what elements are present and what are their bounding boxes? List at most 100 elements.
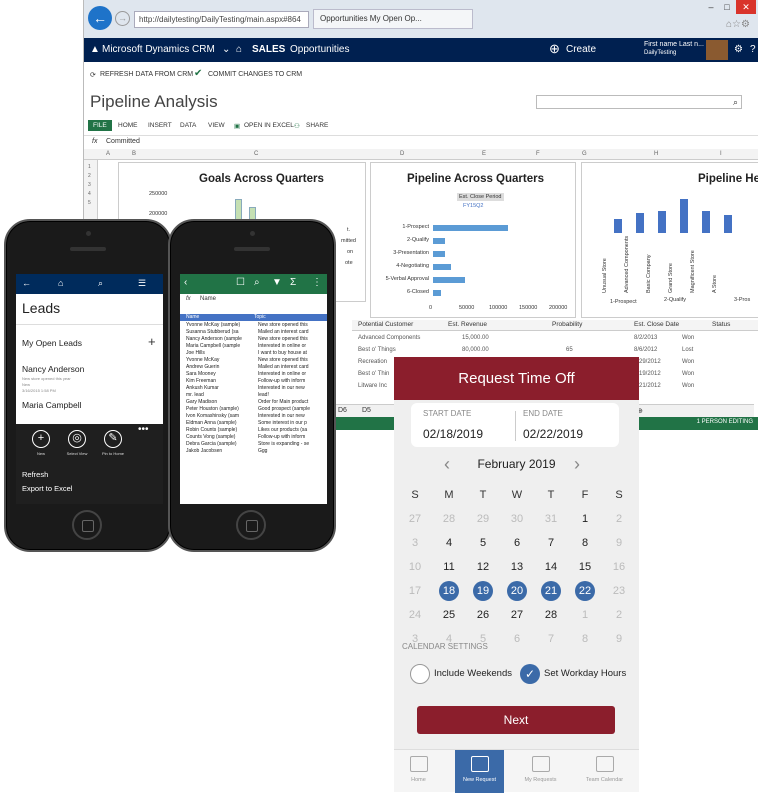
pipeline-bar[interactable] [433, 277, 465, 283]
back-button[interactable]: ← [88, 6, 112, 30]
table-row[interactable]: Joe Hills I want to buy house at [180, 350, 327, 357]
sheet-tab[interactable]: D5 [362, 407, 371, 414]
end-date-field[interactable]: 02/22/2019 [523, 427, 583, 441]
refresh-button[interactable]: REFRESH DATA FROM CRM [100, 71, 193, 78]
table-row[interactable]: Best o' Things 80,000.00 65 8/6/2012 Lost [352, 346, 758, 357]
pipeline-chart[interactable]: Pipeline Across Quarters Est. Close Peri… [370, 162, 576, 318]
open-in-excel-button[interactable]: OPEN IN EXCEL [244, 122, 294, 129]
view-selector[interactable]: My Open Leads [22, 338, 82, 348]
close-icon[interactable]: ✕ [736, 0, 756, 14]
table-row[interactable]: Debra Garcia (sample) Store is expanding … [180, 441, 327, 448]
include-weekends-radio[interactable] [410, 664, 430, 684]
col-e[interactable]: E [482, 151, 486, 157]
search-icon[interactable]: ⌕ [254, 277, 260, 288]
table-row[interactable]: Susanna Stubberud (sa Mailed an interest … [180, 329, 327, 336]
pipeline-bar[interactable] [433, 251, 445, 257]
minimize-icon[interactable]: – [704, 0, 718, 14]
pipeline-bar[interactable] [433, 290, 441, 296]
window-icon[interactable]: ☐ [236, 277, 245, 288]
create-label[interactable]: Create [566, 44, 596, 55]
col-d[interactable]: D [400, 151, 404, 157]
col-status[interactable]: Status [712, 321, 730, 328]
col-f[interactable]: F [536, 151, 540, 157]
pipeline-bar[interactable] [724, 215, 732, 233]
calendar-day[interactable]: 28 [534, 605, 568, 625]
next-month-icon[interactable]: › [574, 454, 580, 475]
tab-insert[interactable]: INSERT [148, 122, 172, 129]
col-i[interactable]: I [720, 151, 722, 157]
check-icon[interactable]: ✓ [520, 664, 540, 684]
col-c[interactable]: C [254, 151, 258, 157]
pipeline-bar[interactable] [680, 199, 688, 233]
row-5[interactable]: 5 [88, 200, 91, 206]
filter-button[interactable]: Est. Close Period [457, 193, 504, 201]
tab-team-calendar[interactable]: Team Calendar [580, 750, 629, 793]
calendar-day[interactable]: 12 [466, 557, 500, 577]
select-view-icon[interactable]: ◎ [68, 430, 86, 448]
tab-view[interactable]: VIEW [208, 122, 225, 129]
pipeline-bar[interactable] [433, 238, 445, 244]
tab-home[interactable]: HOME [118, 122, 138, 129]
col-close-date[interactable]: Est. Close Date [634, 321, 679, 328]
calendar-day[interactable]: 11 [432, 557, 466, 577]
table-row[interactable]: Peter Houston (sample) Good prospect (sam… [180, 406, 327, 413]
calendar-day[interactable]: 14 [534, 557, 568, 577]
table-row[interactable]: Jakob Jacobsen Ggg [180, 448, 327, 455]
calendar-day[interactable]: 7 [534, 533, 568, 553]
formula-bar[interactable]: fx Name [180, 296, 327, 306]
row-3[interactable]: 3 [88, 182, 91, 188]
col-g[interactable]: G [582, 151, 587, 157]
search-input[interactable]: ⌕ [536, 95, 742, 109]
back-icon[interactable]: ‹ [184, 277, 187, 288]
table-row[interactable]: Kim Freeman Follow-up with inform [180, 378, 327, 385]
pipeline-bar[interactable] [636, 213, 644, 233]
calendar-day[interactable]: 8 [568, 533, 602, 553]
formula-bar[interactable]: fx Committed [84, 135, 758, 148]
user-name[interactable]: First name Last n... [644, 41, 704, 48]
tab-file[interactable]: FILE [88, 120, 112, 131]
table-row[interactable]: Yvonne McKay New store opened this [180, 357, 327, 364]
avatar[interactable] [706, 40, 728, 60]
calendar-day[interactable]: 13 [500, 557, 534, 577]
sheet-tab[interactable]: D6 [338, 407, 347, 414]
back-icon[interactable]: ← [22, 278, 31, 288]
browser-tools-icon[interactable]: ⌂☆⚙ [720, 18, 756, 32]
calendar-day[interactable]: 15 [568, 557, 602, 577]
calendar-day[interactable]: 27 [500, 605, 534, 625]
set-workday-label[interactable]: Set Workday Hours [544, 668, 626, 679]
search-icon[interactable]: ⌕ [98, 278, 103, 289]
col-topic[interactable]: Topic [254, 314, 266, 320]
home-icon[interactable]: ⌂ [58, 278, 63, 288]
area-sales[interactable]: SALES [252, 44, 285, 55]
help-icon[interactable]: ? [750, 44, 756, 55]
address-bar[interactable]: http://dailytesting/DailyTesting/main.as… [134, 11, 309, 28]
tab-my-requests[interactable]: My Requests [516, 750, 565, 793]
app-name[interactable]: Microsoft Dynamics CRM [102, 44, 215, 55]
col-name[interactable]: Name [186, 314, 199, 320]
prev-month-icon[interactable]: ‹ [444, 454, 450, 475]
tab-data[interactable]: DATA [180, 122, 196, 129]
table-row[interactable]: Robin Counts (sample) Likes our products … [180, 427, 327, 434]
calendar-day-selected[interactable]: 20 [500, 581, 534, 601]
create-icon[interactable]: ⊕ [549, 41, 560, 57]
pipeline-bar[interactable] [658, 211, 666, 233]
table-row[interactable]: Eldman Anna (sample) Some interest in our… [180, 420, 327, 427]
pin-icon[interactable]: ✎ [104, 430, 122, 448]
calendar-day[interactable]: 25 [432, 605, 466, 625]
pipeline-bar[interactable] [433, 264, 451, 270]
menu-export[interactable]: Export to Excel [22, 484, 72, 493]
calendar-day-selected[interactable]: 22 [568, 581, 602, 601]
table-row[interactable]: Sara Mooney Interested in online or [180, 371, 327, 378]
table-row[interactable]: Gary Madison Order for Main product [180, 399, 327, 406]
tab-home[interactable]: Home [394, 750, 443, 793]
filter-icon[interactable]: ▼ [272, 277, 282, 288]
pipeline-bar[interactable] [433, 225, 508, 231]
calendar-day[interactable]: 5 [466, 533, 500, 553]
gear-icon[interactable]: ⚙ [734, 44, 743, 55]
maximize-icon[interactable]: □ [720, 0, 734, 14]
calendar-day-selected[interactable]: 19 [466, 581, 500, 601]
pipeline-heat-chart[interactable]: Pipeline He Unusual Store Advanced Compon… [581, 162, 758, 318]
share-button[interactable]: SHARE [306, 122, 328, 129]
sum-icon[interactable]: Σ [290, 277, 296, 288]
calendar-day[interactable]: 26 [466, 605, 500, 625]
